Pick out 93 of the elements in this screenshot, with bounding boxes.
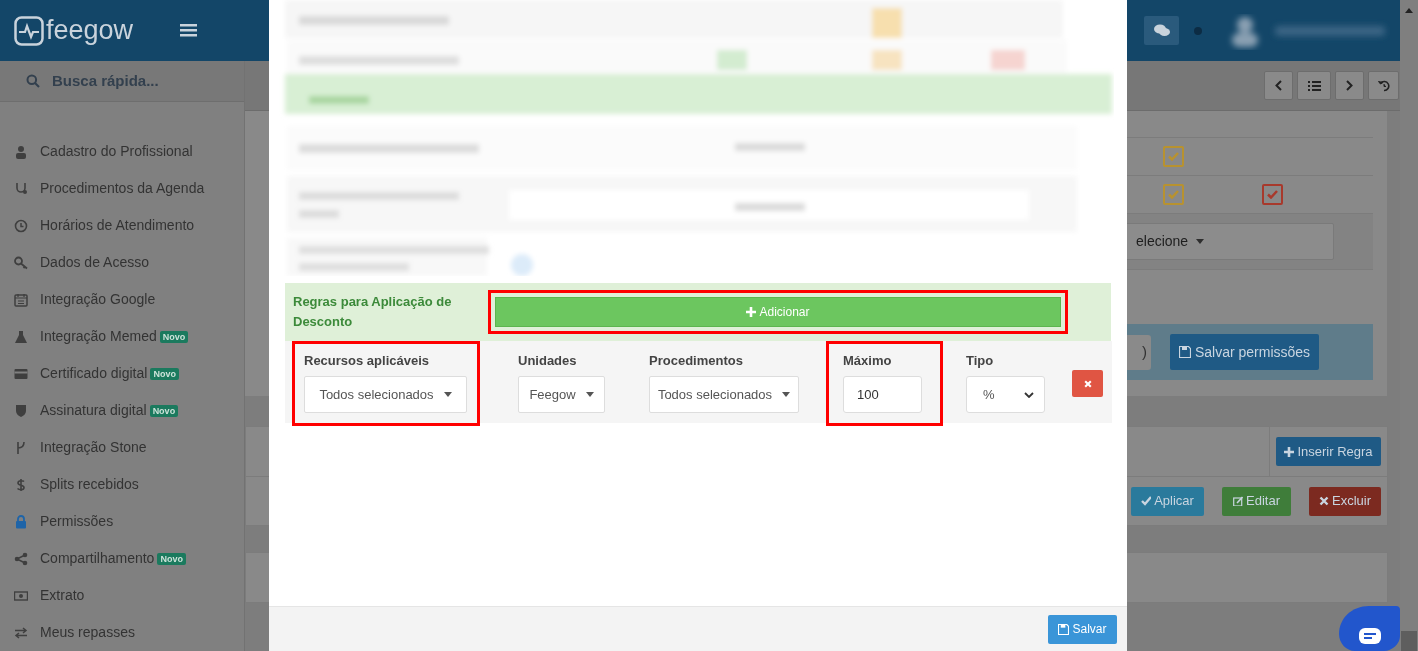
chevron-right-icon: [1346, 80, 1353, 91]
check-icon: [1168, 190, 1179, 199]
select-field[interactable]: %: [966, 376, 1045, 413]
action-button[interactable]: Editar: [1222, 486, 1291, 516]
sidebar-item-label: Splits recebidos: [40, 475, 139, 494]
sidebar-item[interactable]: Certificado digital Novo: [0, 355, 244, 392]
checkbox[interactable]: [1262, 184, 1283, 205]
sidebar-item[interactable]: Assinatura digital Novo: [0, 392, 244, 429]
chat-bubble-icon: [1339, 606, 1400, 651]
plus-icon: [1284, 446, 1295, 457]
scrollbar-thumb[interactable]: [1401, 631, 1417, 651]
action-button[interactable]: Excluir: [1309, 486, 1381, 516]
sidebar-item[interactable]: Horários de Atendimento: [0, 207, 244, 244]
checkbox[interactable]: [1163, 184, 1184, 205]
sidebar-item-label: Compartilhamento: [40, 549, 155, 568]
rules-title: Regras para Aplicação de Desconto: [292, 293, 453, 331]
sidebar-item[interactable]: Dados de Acesso: [0, 244, 244, 281]
close-icon: [1083, 379, 1092, 388]
field-label: Tipo: [966, 352, 995, 369]
list-button[interactable]: [1297, 71, 1331, 100]
close-icon: [1319, 496, 1329, 507]
new-badge: Novo: [157, 552, 186, 565]
new-badge: Novo: [159, 330, 189, 343]
chat-icon: [1153, 24, 1170, 37]
action-button[interactable]: Aplicar: [1131, 486, 1204, 516]
sidebar-item[interactable]: Extrato: [0, 577, 244, 614]
sidebar-item[interactable]: Meus repasses: [0, 614, 244, 651]
previous-button[interactable]: [1264, 71, 1293, 100]
sidebar-item[interactable]: Integração Stone: [0, 429, 244, 466]
next-button[interactable]: [1335, 71, 1364, 100]
chevron-left-icon: [1275, 80, 1282, 91]
new-badge: Novo: [150, 367, 179, 380]
up-arrow-icon: [1405, 8, 1413, 13]
field-label: Máximo: [843, 352, 893, 369]
check-icon: [1168, 152, 1179, 161]
sidebar-item[interactable]: Splits recebidos: [0, 466, 244, 503]
select-field[interactable]: Todos selecionados: [649, 376, 799, 413]
plus-icon: [746, 307, 757, 317]
search-field[interactable]: Busca rápida...: [0, 61, 244, 102]
sidebar-item[interactable]: Cadastro do Profissional: [0, 133, 244, 170]
select-value: elecione: [1136, 232, 1189, 251]
logo-text: feegow: [46, 17, 134, 44]
select-value: Todos selecionados: [319, 385, 434, 404]
sidebar-item[interactable]: Integração Memed Novo: [0, 318, 244, 355]
field-label: Unidades: [518, 352, 578, 369]
save-permissions-button[interactable]: Salvar permissões: [1170, 334, 1319, 370]
chat-button[interactable]: [1144, 16, 1179, 45]
sidebar-item-label: Dados de Acesso: [40, 253, 149, 272]
input-field[interactable]: 100: [843, 376, 922, 413]
checkbox[interactable]: [1163, 146, 1184, 167]
status-dot-icon: [1194, 26, 1202, 35]
logo-icon: [14, 15, 44, 46]
sidebar-item-label: Cadastro do Profissional: [40, 142, 193, 161]
history-button[interactable]: [1368, 71, 1399, 100]
sidebar-item-label: Assinatura digital: [40, 401, 147, 420]
field-label: Procedimentos: [649, 352, 744, 369]
check-icon: [1267, 190, 1278, 199]
select-value: Feegow: [529, 385, 576, 404]
add-button[interactable]: Adicionar: [495, 297, 1061, 327]
sidebar-item-label: Procedimentos da Agenda: [40, 179, 205, 198]
select-value: Todos selecionados: [657, 385, 773, 404]
edit-icon: [1233, 496, 1243, 507]
sidebar-item-label: Permissões: [40, 512, 114, 531]
caret-icon: [1196, 239, 1205, 244]
history-icon: [1377, 79, 1390, 92]
insert-rule-button[interactable]: Inserir Regra: [1276, 437, 1381, 467]
sidebar-item[interactable]: Integração Google: [0, 281, 244, 318]
sidebar-item-label: Integração Google: [40, 290, 156, 309]
save-button[interactable]: Salvar: [1048, 614, 1117, 644]
menu-icon: [180, 24, 198, 37]
check-icon: [1141, 496, 1152, 507]
sidebar-item[interactable]: Compartilhamento Novo: [0, 540, 244, 577]
select-field[interactable]: Feegow: [518, 376, 605, 413]
sidebar-item-label: Extrato: [40, 586, 85, 605]
caret-icon: [782, 392, 791, 397]
new-badge: Novo: [149, 404, 179, 417]
select-value: %: [983, 385, 995, 404]
search-placeholder: Busca rápida...: [52, 70, 159, 91]
sidebar-item-label: Meus repasses: [40, 623, 135, 642]
caret-icon: [443, 392, 452, 397]
sidebar-item-label: Integração Stone: [40, 438, 147, 457]
select-field[interactable]: Todos selecionados: [304, 376, 467, 413]
sidebar-item[interactable]: Procedimentos da Agenda: [0, 170, 244, 207]
sidebar-item-label: Certificado digital: [40, 364, 148, 383]
chevron-down-icon: [1024, 391, 1034, 398]
sidebar-item[interactable]: Permissões: [0, 503, 244, 540]
sidebar-item-label: Integração Memed: [40, 327, 157, 346]
list-icon: [1307, 80, 1321, 91]
sidebar-item-label: Horários de Atendimento: [40, 216, 195, 235]
delete-button[interactable]: [1072, 370, 1103, 397]
search-icon: [26, 74, 40, 88]
caret-icon: [585, 392, 594, 397]
field-label: Recursos aplicáveis: [304, 352, 431, 369]
